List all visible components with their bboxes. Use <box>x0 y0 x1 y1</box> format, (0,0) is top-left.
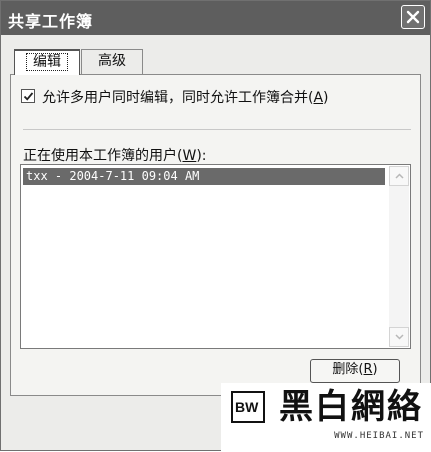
tab-edit-label: 编辑 <box>26 53 68 71</box>
list-item[interactable]: txx - 2004-7-11 09:04 AM <box>23 168 385 185</box>
watermark-url: WWW.HEIBAI.NET <box>334 431 424 441</box>
tab-edit[interactable]: 编辑 <box>14 49 80 75</box>
scroll-down-button[interactable] <box>389 327 409 347</box>
share-workbook-dialog: 共享工作簿 编辑 高级 允许多用户同时编辑，同时允许工作簿合并(A) 正在使用本… <box>0 0 431 452</box>
chevron-up-icon <box>395 173 404 179</box>
section-divider <box>23 129 411 130</box>
tab-advanced-label: 高级 <box>98 53 126 69</box>
title-bar[interactable]: 共享工作簿 <box>1 1 430 35</box>
watermark-logo: BW <box>231 391 265 423</box>
users-listbox[interactable]: txx - 2004-7-11 09:04 AM <box>20 164 411 349</box>
watermark-logo-letters: BW <box>235 399 259 415</box>
allow-multiuser-label[interactable]: 允许多用户同时编辑，同时允许工作簿合并(A) <box>42 87 329 107</box>
watermark: BW 黑白網絡 WWW.HEIBAI.NET <box>221 383 431 452</box>
dialog-title: 共享工作簿 <box>8 12 94 31</box>
mnemonic-w: W <box>182 148 197 164</box>
close-button[interactable] <box>401 5 425 29</box>
users-list-label: 正在使用本工作簿的用户(W): <box>23 148 207 164</box>
mnemonic-r: R <box>363 362 373 377</box>
watermark-brand: 黑白網絡 <box>279 387 423 427</box>
tab-advanced[interactable]: 高级 <box>81 49 143 74</box>
chevron-down-icon <box>395 334 404 340</box>
allow-multiuser-checkbox[interactable] <box>21 89 35 103</box>
mnemonic-a: A <box>313 90 324 106</box>
users-list-scrollbar[interactable] <box>389 166 409 347</box>
check-icon <box>23 92 34 101</box>
close-icon <box>406 10 420 24</box>
remove-button[interactable]: 删除(R) <box>310 359 400 383</box>
scroll-up-button[interactable] <box>389 166 409 186</box>
